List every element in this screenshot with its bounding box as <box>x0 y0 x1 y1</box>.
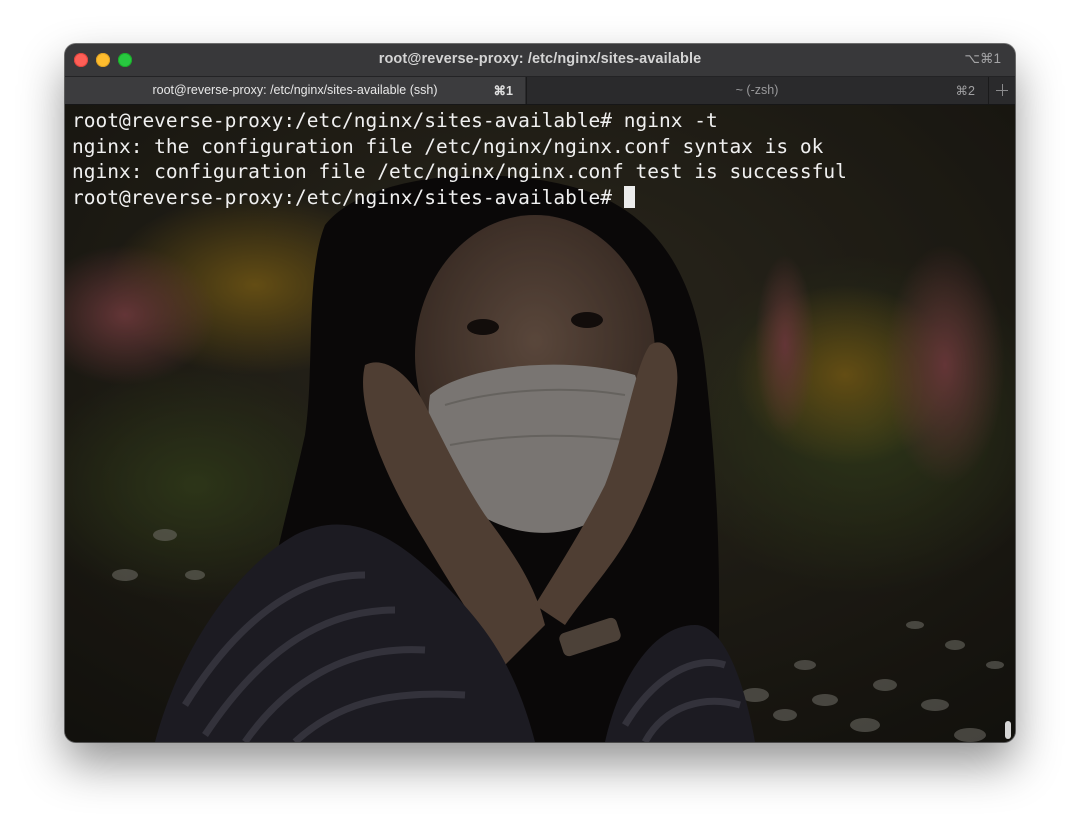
tab-ssh-session[interactable]: root@reverse-proxy: /etc/nginx/sites-ava… <box>65 77 525 104</box>
text-cursor <box>624 186 636 209</box>
terminal-line: root@reverse-proxy:/etc/nginx/sites-avai… <box>72 109 718 132</box>
terminal-output[interactable]: root@reverse-proxy:/etc/nginx/sites-avai… <box>65 105 1015 742</box>
window-shortcut: ⌥⌘1 <box>964 51 1001 66</box>
tab-label: ~ (-zsh) <box>735 83 779 97</box>
terminal-prompt-line[interactable]: root@reverse-proxy:/etc/nginx/sites-avai… <box>72 185 1015 211</box>
tab-bar: root@reverse-proxy: /etc/nginx/sites-ava… <box>65 77 1015 105</box>
tab-zsh-session[interactable]: ~ (-zsh) ⌘2 <box>526 77 987 104</box>
terminal-window: root@reverse-proxy: /etc/nginx/sites-ava… <box>65 44 1015 742</box>
title-bar[interactable]: root@reverse-proxy: /etc/nginx/sites-ava… <box>65 44 1015 77</box>
tab-shortcut: ⌘2 <box>955 84 975 98</box>
window-title: root@reverse-proxy: /etc/nginx/sites-ava… <box>378 51 702 67</box>
terminal-line: nginx: the configuration file /etc/nginx… <box>72 134 824 158</box>
terminal-line: nginx: configuration file /etc/nginx/ngi… <box>72 160 847 184</box>
terminal-content[interactable]: root@reverse-proxy:/etc/nginx/sites-avai… <box>65 105 1015 742</box>
terminal-prompt: root@reverse-proxy:/etc/nginx/sites-avai… <box>72 186 613 210</box>
tab-label: root@reverse-proxy: /etc/nginx/sites-ava… <box>152 83 438 97</box>
tab-shortcut: ⌘1 <box>493 84 513 98</box>
scrollbar-thumb[interactable] <box>1005 721 1011 739</box>
desktop: root@reverse-proxy: /etc/nginx/sites-ava… <box>0 0 1080 828</box>
new-tab-plus-icon[interactable] <box>988 77 1015 104</box>
